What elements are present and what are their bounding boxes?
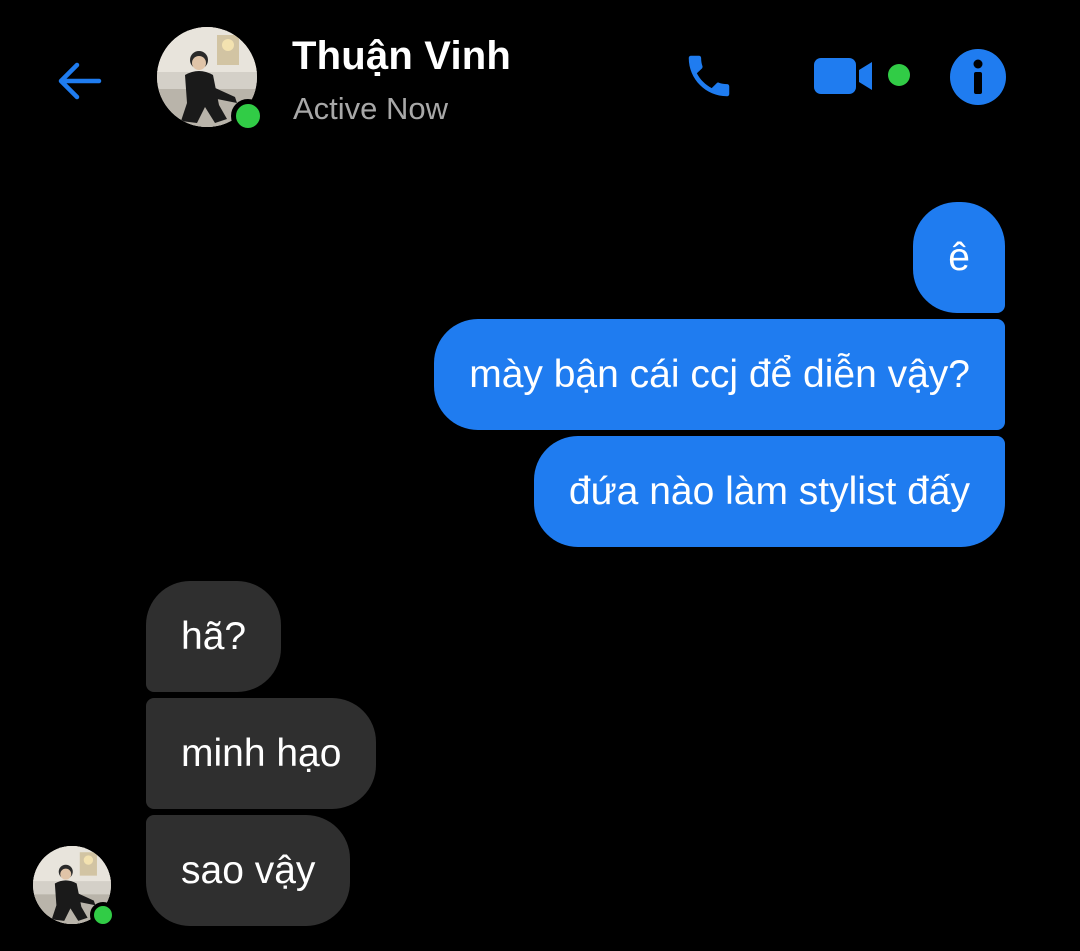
message-text: hã? xyxy=(181,615,247,658)
incoming-message[interactable]: minh hạo xyxy=(146,698,377,809)
message-text: đứa nào làm stylist đấy xyxy=(568,470,970,513)
incoming-message[interactable]: hã? xyxy=(146,581,282,692)
active-status: Active Now xyxy=(293,91,449,126)
incoming-message[interactable]: sao vậy xyxy=(146,815,351,926)
back-button[interactable] xyxy=(50,52,108,110)
video-camera-icon xyxy=(814,58,872,94)
message-text: mày bận cái ccj để diễn vậy? xyxy=(469,353,970,396)
phone-icon xyxy=(688,55,730,97)
video-call-button[interactable] xyxy=(808,52,878,100)
outgoing-message[interactable]: ê xyxy=(913,202,1005,313)
info-icon xyxy=(950,49,1006,105)
back-arrow-icon xyxy=(58,62,102,100)
message-text: minh hạo xyxy=(181,732,342,775)
online-presence-dot xyxy=(90,902,116,928)
online-presence-dot xyxy=(231,99,265,133)
outgoing-message[interactable]: mày bận cái ccj để diễn vậy? xyxy=(434,319,1005,430)
contact-name[interactable]: Thuận Vinh xyxy=(292,34,511,79)
message-text: ê xyxy=(948,236,970,279)
sender-avatar[interactable] xyxy=(33,846,116,928)
contact-avatar[interactable] xyxy=(157,27,265,133)
outgoing-message[interactable]: đứa nào làm stylist đấy xyxy=(533,436,1005,547)
conversation-info-button[interactable] xyxy=(949,48,1007,106)
conversation-header: Thuận Vinh Active Now xyxy=(0,0,1080,160)
message-text: sao vậy xyxy=(181,849,316,892)
video-active-dot xyxy=(888,64,910,86)
voice-call-button[interactable] xyxy=(681,48,737,104)
